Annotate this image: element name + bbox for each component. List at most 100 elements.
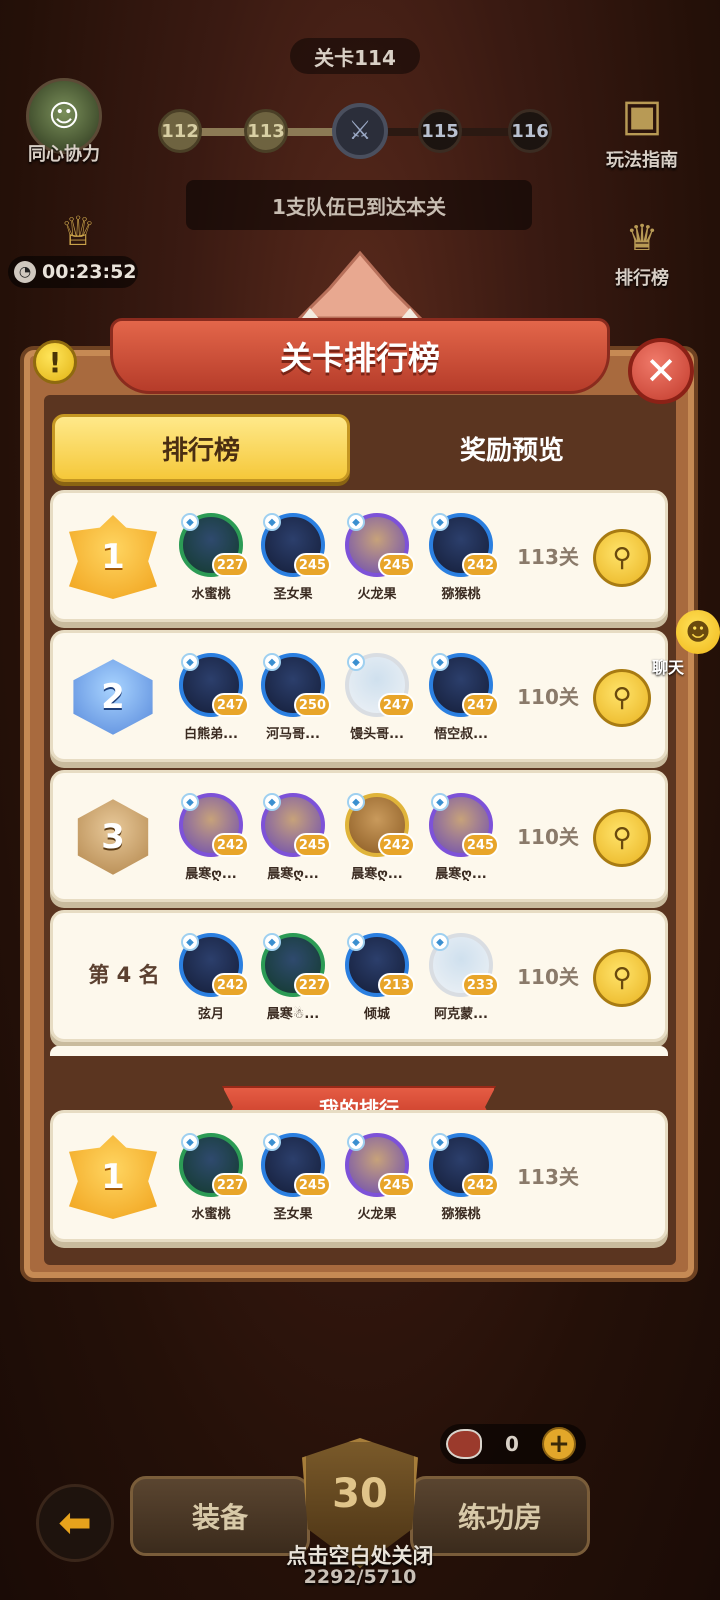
member-name: 猕猴桃 — [441, 1207, 481, 1222]
leaderboard-row[interactable]: 1 ◆ 227 水蜜桃 ◆ 245 圣女果 ◆ 245 火龙果 ◆ 242 猕猴桃 113关 — [50, 1110, 668, 1242]
info-warning-icon[interactable]: ! — [33, 340, 77, 384]
member-avatar: ◆ 245 — [261, 513, 331, 577]
stage-reached: 113关 — [517, 1165, 579, 1189]
search-icon[interactable]: ⚲ — [593, 809, 651, 867]
team-member[interactable]: ◆ 247 白熊弟... — [171, 653, 251, 742]
search-icon[interactable]: ⚲ — [593, 529, 651, 587]
member-level-badge: 245 — [293, 1173, 331, 1197]
member-name: 水蜜桃 — [191, 1207, 231, 1222]
countdown-timer: ◔ 00:23:52 — [8, 256, 138, 288]
element-icon: ◆ — [431, 653, 449, 671]
member-name: 阿克蒙... — [434, 1007, 488, 1022]
member-name: 圣女果 — [273, 587, 313, 602]
coop-label: 同心协力 — [28, 144, 100, 165]
member-name: 火龙果 — [357, 587, 397, 602]
team-member[interactable]: ◆ 233 阿克蒙... — [421, 933, 501, 1022]
team-member[interactable]: ◆ 250 河马哥... — [253, 653, 333, 742]
team-member[interactable]: ◆ 245 晨寒ღ... — [421, 793, 501, 882]
team-level-value: 30 — [332, 1471, 388, 1517]
team-member[interactable]: ◆ 245 火龙果 — [337, 513, 417, 602]
member-avatar: ◆ 213 — [345, 933, 415, 997]
treasure-icon[interactable]: ♕ — [30, 202, 126, 262]
team-member[interactable]: ◆ 247 悟空叔... — [421, 653, 501, 742]
leaderboard-row[interactable]: 1 ◆ 227 水蜜桃 ◆ 245 圣女果 ◆ 245 火龙果 ◆ 242 猕猴桃 113关 ⚲ — [50, 490, 668, 622]
add-meat-button[interactable]: + — [542, 1427, 576, 1461]
level-node-116: 116 — [508, 109, 552, 153]
team-member[interactable]: ◆ 242 弦月 — [171, 933, 251, 1022]
member-name: 火龙果 — [357, 1207, 397, 1222]
member-avatar: ◆ 227 — [179, 1133, 249, 1197]
member-level-badge: 242 — [377, 833, 415, 857]
element-icon: ◆ — [181, 933, 199, 951]
member-level-badge: 247 — [211, 693, 249, 717]
element-icon: ◆ — [431, 793, 449, 811]
team-member[interactable]: ◆ 227 晨寒☃... — [253, 933, 333, 1022]
rank-label: 排行榜 — [615, 268, 669, 289]
chat-label[interactable]: 聊天 — [652, 654, 684, 678]
element-icon: ◆ — [181, 793, 199, 811]
stage-reached: 110关 — [517, 825, 579, 849]
team-member[interactable]: ◆ 242 晨寒ღ... — [337, 793, 417, 882]
member-avatar: ◆ 247 — [429, 653, 499, 717]
member-avatar: ◆ 233 — [429, 933, 499, 997]
element-icon: ◆ — [263, 1133, 281, 1151]
search-icon[interactable]: ⚲ — [593, 669, 651, 727]
member-level-badge: 213 — [377, 973, 415, 997]
team-member[interactable]: ◆ 245 火龙果 — [337, 1133, 417, 1222]
member-level-badge: 242 — [461, 553, 499, 577]
guide-button[interactable]: ▣ 玩法指南 — [604, 80, 680, 172]
element-icon: ◆ — [263, 513, 281, 531]
team-member[interactable]: ◆ 242 猕猴桃 — [421, 513, 501, 602]
team-member[interactable]: ◆ 245 晨寒ღ... — [253, 793, 333, 882]
member-level-badge: 233 — [461, 973, 499, 997]
leaderboard-row[interactable]: 2 ◆ 247 白熊弟... ◆ 250 河马哥... ◆ 247 馒头哥... ◆ 247 悟空叔..… — [50, 630, 668, 762]
member-name: 白熊弟... — [184, 727, 238, 742]
member-name: 倾城 — [363, 1007, 390, 1022]
leaderboard-row[interactable]: 第 4 名 ◆ 242 弦月 ◆ 227 晨寒☃... ◆ 213 倾城 ◆ 233 阿克蒙... 110… — [50, 910, 668, 1042]
element-icon: ◆ — [263, 933, 281, 951]
member-level-badge: 245 — [293, 553, 331, 577]
team-member[interactable]: ◆ 245 圣女果 — [253, 1133, 333, 1222]
leaderboard-row-partial — [50, 1046, 668, 1056]
member-name: 晨寒ღ... — [185, 867, 237, 882]
element-icon: ◆ — [347, 513, 365, 531]
team-member[interactable]: ◆ 227 水蜜桃 — [171, 513, 251, 602]
member-avatar: ◆ 247 — [179, 653, 249, 717]
treasure-chest-icon: ▣ — [621, 89, 663, 141]
team-member[interactable]: ◆ 245 圣女果 — [253, 513, 333, 602]
team-member[interactable]: ◆ 242 晨寒ღ... — [171, 793, 251, 882]
member-avatar: ◆ 242 — [179, 793, 249, 857]
chat-icon[interactable]: ☻ — [676, 610, 720, 654]
member-avatar: ◆ 242 — [345, 793, 415, 857]
element-icon: ◆ — [347, 793, 365, 811]
modal-title: 关卡排行榜 — [110, 318, 610, 394]
member-level-badge: 227 — [211, 553, 249, 577]
stage-reached: 113关 — [517, 545, 579, 569]
element-icon: ◆ — [431, 933, 449, 951]
member-name: 晨寒ღ... — [351, 867, 403, 882]
team-member[interactable]: ◆ 247 馒头哥... — [337, 653, 417, 742]
rank-button[interactable]: ♛ 排行榜 — [612, 208, 672, 290]
element-icon: ◆ — [181, 1133, 199, 1151]
element-icon: ◆ — [263, 653, 281, 671]
team-member[interactable]: ◆ 213 倾城 — [337, 933, 417, 1022]
level-node-115: 115 — [418, 109, 462, 153]
member-avatar: ◆ 227 — [179, 513, 249, 577]
team-member[interactable]: ◆ 242 猕猴桃 — [421, 1133, 501, 1222]
member-name: 悟空叔... — [434, 727, 488, 742]
guide-label: 玩法指南 — [606, 150, 678, 171]
leaderboard-row[interactable]: 3 ◆ 242 晨寒ღ... ◆ 245 晨寒ღ... ◆ 242 晨寒ღ... ◆ 245 晨寒ღ..… — [50, 770, 668, 902]
member-avatar: ◆ 245 — [345, 1133, 415, 1197]
tab-leaderboard[interactable]: 排行榜 — [52, 414, 350, 482]
member-level-badge: 242 — [211, 973, 249, 997]
rank-gold-badge-icon: 1 — [69, 1135, 157, 1219]
search-icon[interactable]: ⚲ — [593, 949, 651, 1007]
element-icon: ◆ — [347, 653, 365, 671]
member-name: 弦月 — [197, 1007, 224, 1022]
element-icon: ◆ — [181, 653, 199, 671]
member-name: 晨寒☃... — [266, 1007, 320, 1022]
close-button[interactable]: ✕ — [628, 338, 694, 404]
team-member[interactable]: ◆ 227 水蜜桃 — [171, 1133, 251, 1222]
coop-button[interactable]: ☺ 同心协力 — [26, 78, 102, 166]
tab-reward-preview[interactable]: 奖励预览 — [362, 414, 662, 482]
